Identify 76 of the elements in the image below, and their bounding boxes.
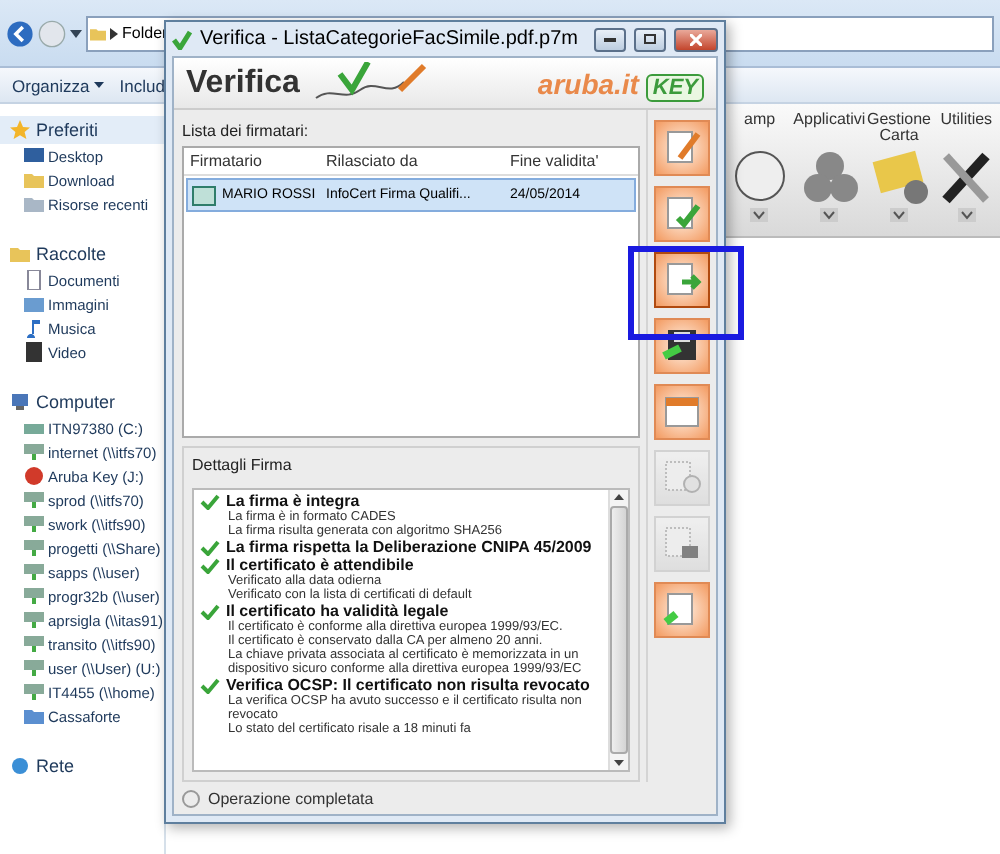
network-drive-icon — [24, 634, 44, 654]
certificate-icon — [192, 185, 216, 205]
document-icon — [24, 270, 44, 290]
maximize-button[interactable] — [634, 27, 666, 51]
chevron-icon[interactable] — [890, 208, 908, 222]
logo: aruba.it KEY — [537, 67, 704, 99]
signature-check-drawing — [311, 61, 428, 105]
close-button[interactable] — [674, 27, 718, 51]
dialog-heading: Verifica — [186, 65, 300, 101]
chevron-icon[interactable] — [957, 208, 976, 222]
group-label: Rete — [36, 756, 75, 776]
caret-icon[interactable] — [70, 27, 82, 39]
ribbon-label: Gestione Carta — [865, 112, 933, 144]
column-header[interactable]: Rilasciato da — [320, 148, 504, 174]
chevron-right-icon — [110, 27, 118, 39]
network-drive-icon — [24, 682, 44, 702]
minimize-button[interactable] — [594, 27, 626, 51]
close-icon — [690, 33, 702, 45]
network-drive-icon — [24, 610, 44, 630]
tools-icon — [938, 148, 995, 204]
check-icon — [172, 29, 192, 49]
details-label: Dettagli Firma — [192, 456, 294, 474]
globe-icon — [10, 756, 30, 776]
caret-icon — [93, 82, 104, 88]
group-label: Preferiti — [36, 120, 99, 140]
folder-icon — [90, 25, 106, 41]
signers-label: Lista dei firmatari: — [182, 122, 311, 140]
sidebar-group[interactable]: Rete — [0, 752, 164, 780]
sidebar-group[interactable]: Preferiti — [0, 116, 164, 144]
network-drive-icon — [24, 538, 44, 558]
group-label: Raccolte — [36, 244, 107, 264]
folder-icon — [10, 244, 30, 264]
check-result: La firma è integra — [226, 492, 360, 510]
column-header[interactable]: Fine validita' — [504, 148, 638, 174]
network-drive-icon — [24, 562, 44, 582]
back-icon[interactable] — [6, 19, 34, 47]
monitor-icon — [24, 146, 44, 166]
chevron-icon[interactable] — [820, 208, 839, 222]
chevron-icon[interactable] — [750, 208, 769, 222]
network-drive-icon — [24, 586, 44, 606]
ribbon-label: Applicativi — [793, 112, 866, 132]
check-icon — [200, 677, 220, 693]
star-icon — [10, 120, 30, 140]
check-result: Il certificato è attendibile — [226, 556, 414, 574]
network-drive-icon — [24, 442, 44, 462]
drive-icon — [24, 418, 44, 438]
network-drive-icon — [24, 658, 44, 678]
scroll-down-icon[interactable] — [614, 760, 624, 766]
minimize-icon — [604, 37, 616, 41]
ribbon-label: amp — [744, 112, 776, 132]
round-icon — [24, 466, 44, 486]
computer-icon — [10, 392, 30, 412]
check-icon — [200, 603, 220, 619]
check-result: La firma rispetta la Deliberazione CNIPA 45/2009 — [226, 538, 592, 556]
check-icon — [200, 493, 220, 509]
folder-icon — [24, 706, 44, 726]
network-drive-icon — [24, 490, 44, 510]
toolbar-item[interactable]: Includ — [119, 75, 165, 95]
maximize-icon — [644, 34, 656, 44]
toolbar-item[interactable]: Organizza — [12, 75, 104, 95]
check-result: Il certificato ha validità legale — [226, 602, 449, 620]
group-label: Computer — [36, 392, 116, 412]
music-note-icon — [24, 318, 44, 338]
sidebar-group[interactable]: Computer — [0, 388, 164, 416]
sidebar-group[interactable]: Raccolte — [0, 240, 164, 268]
check-result: Verifica OCSP: Il certificato non risulta revocato — [226, 676, 590, 694]
network-drive-icon — [24, 514, 44, 534]
ribbon-label: Utilities — [940, 112, 993, 132]
scrollbar[interactable] — [608, 490, 628, 770]
scroll-up-icon[interactable] — [614, 494, 624, 500]
window-title: Verifica - ListaCategorieFacSimile.pdf.p7m — [200, 28, 580, 50]
status-text: Operazione completata — [208, 789, 374, 807]
picture-icon — [24, 294, 44, 314]
column-header[interactable]: Firmatario — [184, 148, 320, 174]
tool-button[interactable] — [654, 252, 710, 308]
card-gear-icon — [871, 148, 927, 204]
